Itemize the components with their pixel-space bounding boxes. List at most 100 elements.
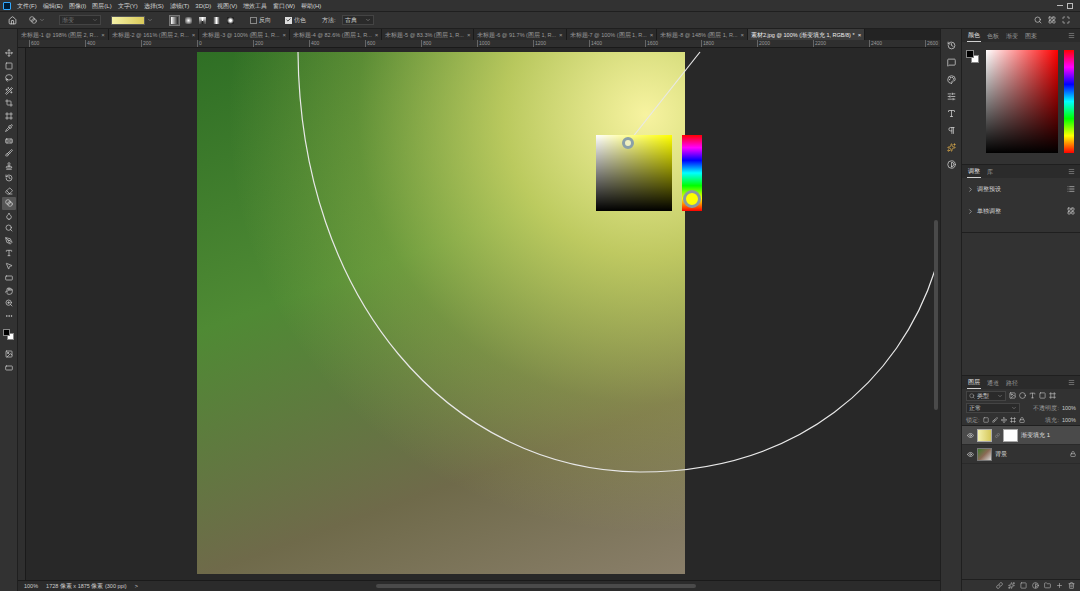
panel-tab[interactable]: 色板 [986, 30, 1000, 42]
visibility-toggle[interactable] [966, 432, 974, 439]
maximize-icon[interactable] [1067, 3, 1073, 9]
lock-pixels-icon[interactable] [983, 417, 989, 423]
adjust-icon[interactable] [947, 160, 956, 169]
adjustment-layer-icon[interactable] [1032, 582, 1039, 589]
visibility-toggle[interactable] [966, 451, 974, 458]
tool-button[interactable] [2, 310, 16, 323]
picker-handle[interactable] [622, 137, 634, 149]
option-checkbox[interactable]: 仿色 [285, 16, 306, 24]
gradient-type-button[interactable] [169, 15, 180, 26]
tool-button[interactable] [2, 210, 16, 223]
filter-adjust-icon[interactable] [1019, 392, 1026, 399]
document-tab[interactable]: 未标题-6 @ 91.7% (图层 1, R...× [474, 29, 566, 40]
search-icon[interactable] [1034, 16, 1042, 24]
option-checkbox[interactable]: 反向 [250, 16, 271, 24]
menu-item[interactable]: 图层(L) [92, 1, 111, 11]
panel-tab[interactable]: 颜色 [967, 29, 981, 42]
add-mask-icon[interactable] [1020, 582, 1027, 589]
document-tab[interactable]: 未标题-7 @ 100% (图层 1, R...× [567, 29, 658, 40]
document-tab[interactable]: 未标题-3 @ 100% (图层 1, R...× [199, 29, 290, 40]
close-tab-button[interactable]: × [375, 30, 379, 40]
share-icon[interactable] [1062, 16, 1070, 24]
menu-item[interactable]: 增效工具 [243, 1, 267, 11]
layer-row[interactable]: 背景 [962, 445, 1080, 464]
fill-field[interactable]: 100% [1062, 416, 1076, 424]
canvas[interactable] [26, 48, 940, 580]
gradient-overlay-curve[interactable] [26, 48, 940, 580]
menu-item[interactable]: 视图(V) [217, 1, 237, 11]
menu-item[interactable]: 图像(I) [69, 1, 87, 11]
panel-tab[interactable]: 渐变 [1005, 30, 1019, 42]
zoom-level[interactable]: 100% [24, 581, 38, 591]
blend-mode-dropdown[interactable]: 正常 [966, 403, 1020, 413]
gradient-type-button[interactable] [225, 15, 236, 26]
menu-item[interactable]: 窗口(W) [273, 1, 295, 11]
panel-tab[interactable]: 库 [986, 166, 994, 178]
history-icon[interactable] [947, 41, 956, 50]
adjustment-section[interactable]: 单独调整 [962, 200, 1080, 222]
tool-button[interactable] [2, 72, 16, 85]
hue-slider[interactable] [682, 135, 702, 211]
document-tab[interactable]: 未标题-4 @ 82.6% (图层 1, R...× [290, 29, 382, 40]
document-tab[interactable]: 未标题-5 @ 83.3% (图层 1, R...× [382, 29, 474, 40]
panel-menu-icon[interactable] [1068, 379, 1075, 386]
panel-tab[interactable]: 图层 [967, 376, 981, 389]
tool-button[interactable] [2, 135, 16, 148]
screen-mode-icon[interactable] [5, 364, 13, 372]
grid-view-icon[interactable] [1067, 207, 1075, 215]
link-layers-icon[interactable] [996, 582, 1003, 589]
lock-paint-icon[interactable] [992, 417, 998, 423]
tool-button[interactable] [2, 222, 16, 235]
tool-button[interactable] [2, 47, 16, 60]
new-layer-icon[interactable] [1056, 582, 1063, 589]
close-tab-button[interactable]: × [101, 30, 105, 40]
paragraph-icon[interactable] [947, 126, 956, 135]
tool-button[interactable] [2, 260, 16, 273]
gradient-type-button[interactable] [197, 15, 208, 26]
menu-item[interactable]: 编辑(E) [43, 1, 63, 11]
tool-button[interactable] [2, 172, 16, 185]
tool-button[interactable] [2, 197, 16, 210]
horizontal-scrollbar[interactable] [376, 584, 696, 588]
document-tab[interactable]: 素材2.jpg @ 100% (渐变填充 1, RGB/8) *× [748, 29, 865, 40]
tool-button[interactable] [2, 185, 16, 198]
group-icon[interactable] [1044, 582, 1051, 589]
quick-mask-icon[interactable] [5, 350, 13, 358]
layer-row[interactable]: 渐变填充 1 [962, 426, 1080, 445]
tool-button[interactable] [2, 247, 16, 260]
filter-type-icon[interactable] [1029, 392, 1036, 399]
gradient-swatch[interactable] [111, 16, 153, 25]
minimize-icon[interactable] [1057, 5, 1063, 6]
fx-icon[interactable] [1008, 582, 1015, 589]
menu-item[interactable]: 文字(Y) [118, 1, 138, 11]
document-tab[interactable]: 未标题-2 @ 161% (图层 2, R...× [109, 29, 200, 40]
tool-button[interactable] [2, 85, 16, 98]
close-tab-button[interactable]: × [283, 30, 287, 40]
list-view-icon[interactable] [1067, 185, 1075, 193]
menu-item[interactable]: 选择(S) [144, 1, 164, 11]
filter-shape-icon[interactable] [1039, 392, 1046, 399]
menu-item[interactable]: 滤镜(T) [170, 1, 190, 11]
opacity-field[interactable]: 100% [1062, 404, 1076, 412]
trash-icon[interactable] [1068, 582, 1075, 589]
tool-button[interactable] [2, 272, 16, 285]
menu-item[interactable]: 帮助(H) [301, 1, 321, 11]
close-tab-button[interactable]: × [740, 30, 744, 40]
fg-bg-swatches[interactable] [966, 50, 980, 64]
close-tab-button[interactable]: × [650, 30, 654, 40]
color-hue-strip[interactable] [1064, 50, 1074, 153]
panel-tab[interactable]: 图案 [1024, 30, 1038, 42]
home-icon[interactable] [8, 16, 17, 25]
panel-tab[interactable]: 路径 [1005, 377, 1019, 389]
comments-icon[interactable] [947, 58, 956, 67]
panel-menu-icon[interactable] [1068, 168, 1075, 175]
adjustment-section[interactable]: 调整预设 [962, 178, 1080, 200]
tool-button[interactable] [2, 160, 16, 173]
panel-tab[interactable]: 调整 [967, 165, 981, 178]
panel-tab[interactable]: 通道 [986, 377, 1000, 389]
color-swatches[interactable] [2, 328, 16, 342]
tool-button[interactable] [2, 122, 16, 135]
hue-handle[interactable] [683, 190, 701, 208]
close-tab-button[interactable]: × [858, 30, 862, 40]
saturation-picker[interactable] [596, 135, 672, 211]
